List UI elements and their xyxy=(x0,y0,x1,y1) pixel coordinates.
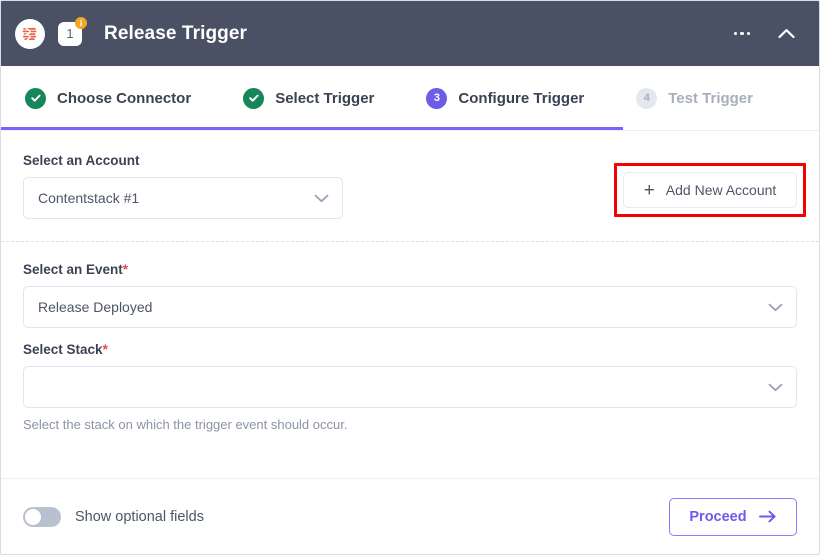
step-label: Configure Trigger xyxy=(458,89,585,107)
toggle-switch[interactable] xyxy=(23,506,61,527)
toggle-label: Show optional fields xyxy=(75,508,204,525)
chevron-down-icon xyxy=(768,379,783,395)
proceed-button[interactable]: Proceed xyxy=(669,497,797,536)
step-label: Test Trigger xyxy=(668,89,753,107)
dialog-footer: Show optional fields Proceed xyxy=(1,478,819,554)
step-count-badge: 1 i xyxy=(58,16,87,46)
progress-fill xyxy=(1,127,623,130)
required-marker: * xyxy=(122,262,129,277)
stack-label: Select Stack* xyxy=(23,342,797,357)
stack-helper-text: Select the stack on which the trigger ev… xyxy=(23,417,348,432)
contentstack-logo-icon xyxy=(15,18,45,49)
add-new-account-label: Add New Account xyxy=(665,182,777,198)
toggle-knob xyxy=(25,508,41,525)
show-optional-fields-toggle[interactable]: Show optional fields xyxy=(23,506,204,527)
chevron-down-icon xyxy=(314,190,329,206)
proceed-label: Proceed xyxy=(689,508,747,525)
check-circle-icon xyxy=(25,87,46,109)
account-select[interactable]: Contentstack #1 xyxy=(23,177,343,219)
step-configure-trigger[interactable]: 3 Configure Trigger xyxy=(426,87,585,109)
collapse-button[interactable] xyxy=(771,19,801,49)
plus-icon: + xyxy=(643,179,655,201)
required-marker: * xyxy=(102,342,108,357)
event-label: Select an Event* xyxy=(23,262,797,277)
chevron-up-icon xyxy=(777,29,795,39)
step-number-badge: 3 xyxy=(426,87,448,109)
chevron-down-icon xyxy=(768,299,783,315)
ellipsis-icon xyxy=(733,31,751,36)
dialog-title: Release Trigger xyxy=(104,22,248,44)
step-test-trigger[interactable]: 4 Test Trigger xyxy=(636,87,753,109)
account-field-group: Select an Account Contentstack #1 xyxy=(23,153,343,219)
step-number-badge: 4 xyxy=(636,87,658,109)
account-section: Select an Account Contentstack #1 + Add … xyxy=(1,131,819,241)
add-new-account-button[interactable]: + Add New Account xyxy=(623,172,797,208)
check-circle-icon xyxy=(243,87,265,109)
step-label: Choose Connector xyxy=(57,89,192,107)
add-account-wrapper: + Add New Account xyxy=(614,163,806,217)
dialog-header: 1 i Release Trigger xyxy=(1,1,819,66)
progress-track xyxy=(1,127,819,130)
stack-label-text: Select Stack xyxy=(23,342,103,357)
account-label: Select an Account xyxy=(23,153,140,168)
release-trigger-dialog: 1 i Release Trigger Choose Connector Sel… xyxy=(0,0,820,555)
trigger-fields-section: Select an Event* Release Deployed Select… xyxy=(1,242,819,452)
event-select[interactable]: Release Deployed xyxy=(23,286,797,328)
step-choose-connector[interactable]: Choose Connector xyxy=(25,87,192,109)
account-selected-value: Contentstack #1 xyxy=(38,190,140,206)
step-label: Select Trigger xyxy=(275,89,375,107)
wizard-stepper: Choose Connector Select Trigger 3 Config… xyxy=(1,66,819,131)
step-select-trigger[interactable]: Select Trigger xyxy=(243,87,375,109)
event-selected-value: Release Deployed xyxy=(38,299,153,315)
event-field-group: Select an Event* Release Deployed xyxy=(23,262,797,328)
stack-field-group: Select Stack* Select the stack on which … xyxy=(23,342,797,432)
event-label-text: Select an Event xyxy=(23,262,123,277)
arrow-right-icon xyxy=(758,510,776,523)
info-icon: i xyxy=(75,16,87,29)
more-options-button[interactable] xyxy=(727,19,757,49)
stack-select[interactable] xyxy=(23,366,797,408)
